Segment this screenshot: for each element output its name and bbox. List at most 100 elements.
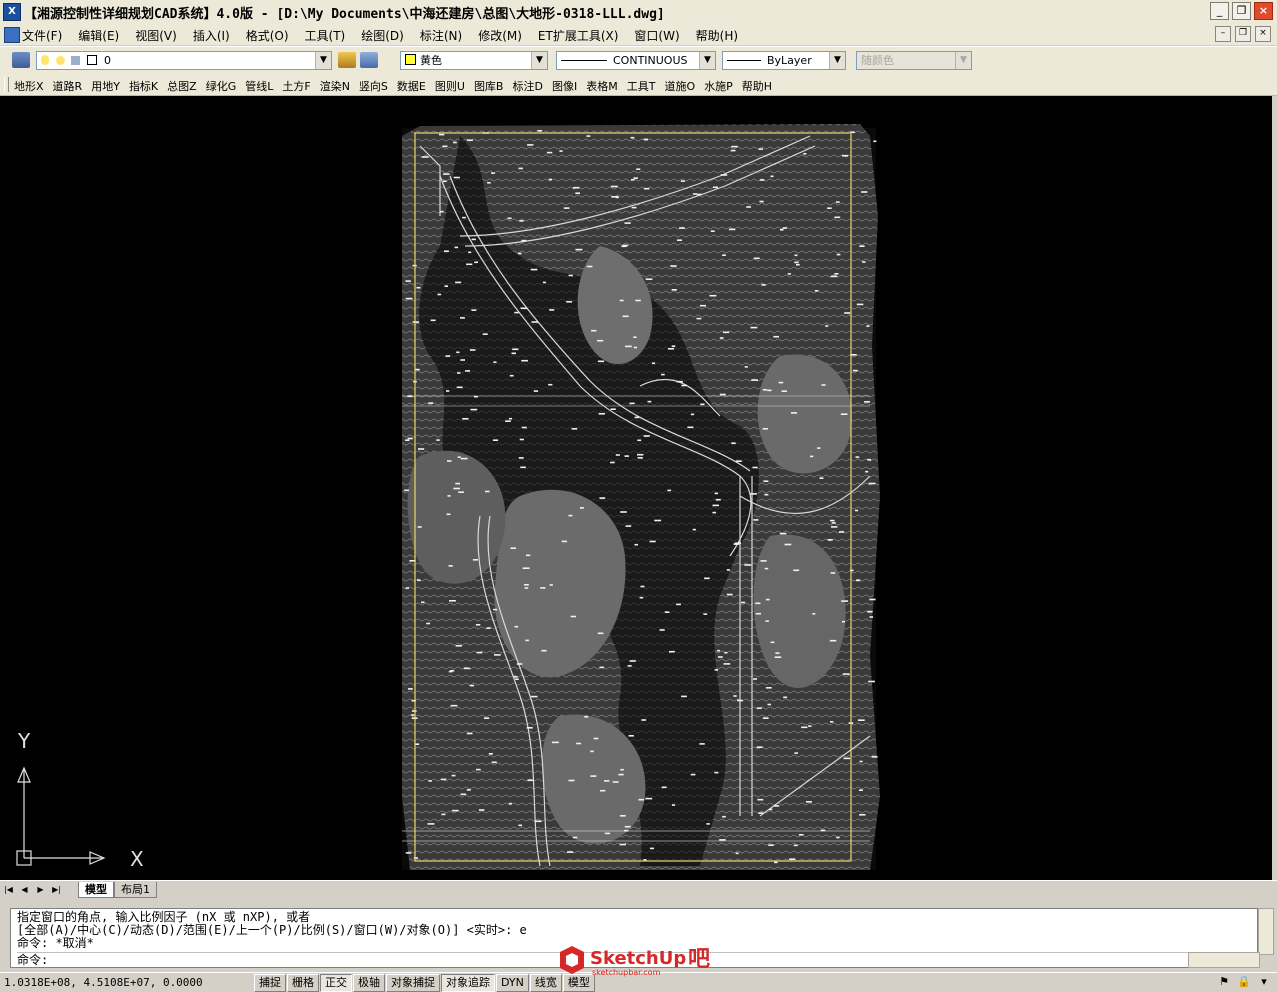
sketchup-watermark-logo: SketchUp 吧 sketchupbar.com bbox=[560, 946, 710, 977]
command-menu-item[interactable]: 数据E bbox=[397, 78, 426, 94]
menu-item[interactable]: 编辑(E) bbox=[78, 27, 119, 44]
elevation-tick bbox=[719, 337, 724, 339]
elevation-tick bbox=[518, 457, 524, 459]
menu-item[interactable]: 标注(N) bbox=[420, 27, 462, 44]
status-menu-icon[interactable]: ▾ bbox=[1257, 975, 1271, 989]
menu-item[interactable]: 格式(O) bbox=[246, 27, 289, 44]
command-history-line: [全部(A)/中心(C)/动态(D)/范围(E)/上一个(P)/比例(S)/窗口… bbox=[17, 923, 527, 937]
elevation-tick bbox=[520, 307, 528, 310]
command-menu-item[interactable]: 管线L bbox=[245, 78, 273, 94]
command-menu-item[interactable]: 土方F bbox=[282, 78, 310, 94]
chevron-down-icon[interactable]: ▼ bbox=[315, 52, 331, 69]
restore-button[interactable]: ❐ bbox=[1232, 2, 1251, 20]
chevron-down-icon[interactable]: ▼ bbox=[699, 52, 715, 69]
command-menu-item[interactable]: 用地Y bbox=[91, 78, 120, 94]
elevation-tick bbox=[604, 832, 611, 835]
elevation-tick bbox=[825, 325, 829, 327]
linetype-select[interactable]: CONTINUOUS ▼ bbox=[556, 51, 716, 70]
tab-prev-icon[interactable]: ◀ bbox=[18, 883, 31, 896]
tab-first-icon[interactable]: |◀ bbox=[2, 883, 15, 896]
lock-icon[interactable]: 🔒 bbox=[1237, 975, 1251, 989]
command-menu-item[interactable]: 工具T bbox=[627, 78, 656, 94]
color-select[interactable]: 黄色 ▼ bbox=[400, 51, 548, 70]
elevation-tick bbox=[868, 482, 876, 485]
lineweight-select[interactable]: ByLayer ▼ bbox=[722, 51, 846, 70]
elevation-tick bbox=[687, 426, 694, 429]
elevation-tick bbox=[627, 665, 632, 667]
app-icon[interactable]: X bbox=[3, 3, 21, 21]
command-menu-item[interactable]: 总图Z bbox=[167, 78, 197, 94]
menu-item[interactable]: 帮助(H) bbox=[696, 27, 738, 44]
command-menu-item[interactable]: 图库B bbox=[474, 78, 504, 94]
menu-item[interactable]: 视图(V) bbox=[135, 27, 177, 44]
drawing-area[interactable]: Y X bbox=[0, 96, 1272, 880]
command-menu-item[interactable]: 道路R bbox=[53, 78, 83, 94]
document-icon[interactable] bbox=[4, 27, 20, 43]
doc-restore-button[interactable]: ❐ bbox=[1235, 26, 1251, 42]
toolbar-grip[interactable] bbox=[4, 77, 9, 92]
doc-close-button[interactable]: × bbox=[1255, 26, 1271, 42]
elevation-tick bbox=[756, 707, 762, 709]
elevation-tick bbox=[726, 569, 730, 571]
elevation-tick bbox=[486, 627, 491, 629]
close-button[interactable]: × bbox=[1254, 2, 1273, 20]
chevron-down-icon[interactable]: ▼ bbox=[955, 52, 971, 69]
elevation-tick bbox=[534, 820, 542, 823]
make-object-layer-current-icon[interactable] bbox=[338, 52, 356, 68]
command-window-hscrollbar[interactable] bbox=[1188, 952, 1260, 968]
command-menu-item[interactable]: 绿化G bbox=[206, 78, 237, 94]
status-toggle[interactable]: 对象追踪 bbox=[441, 974, 495, 992]
tab-layout1[interactable]: 布局1 bbox=[114, 882, 157, 898]
menu-item[interactable]: 文件(F) bbox=[22, 27, 62, 44]
elevation-tick bbox=[726, 593, 733, 596]
command-menu-item[interactable]: 水施P bbox=[704, 78, 733, 94]
menu-item[interactable]: 窗口(W) bbox=[634, 27, 679, 44]
elevation-tick bbox=[750, 326, 758, 329]
status-toggle[interactable]: 极轴 bbox=[353, 974, 385, 992]
command-menu-item[interactable]: 表格M bbox=[586, 78, 618, 94]
layer-select[interactable]: 0 ▼ bbox=[36, 51, 332, 70]
elevation-tick bbox=[516, 663, 523, 665]
minimize-button[interactable]: _ bbox=[1210, 2, 1229, 20]
status-toggle[interactable]: 对象捕捉 bbox=[386, 974, 440, 992]
chevron-down-icon[interactable]: ▼ bbox=[829, 52, 845, 69]
status-toggle[interactable]: 正交 bbox=[320, 974, 352, 992]
command-menu-item[interactable]: 帮助H bbox=[742, 78, 772, 94]
doc-minimize-button[interactable]: – bbox=[1215, 26, 1231, 42]
elevation-tick bbox=[869, 616, 874, 618]
command-menu-item[interactable]: 地形X bbox=[14, 78, 44, 94]
elevation-tick bbox=[676, 603, 681, 606]
command-menu-item[interactable]: 指标K bbox=[129, 78, 158, 94]
elevation-tick bbox=[859, 760, 863, 763]
menu-item[interactable]: 修改(M) bbox=[478, 27, 522, 44]
layer-manager-icon[interactable] bbox=[12, 52, 30, 68]
command-menu-item[interactable]: 图像I bbox=[552, 78, 577, 94]
command-menu-item[interactable]: 图则U bbox=[435, 78, 465, 94]
tab-next-icon[interactable]: ▶ bbox=[34, 883, 47, 896]
elevation-tick bbox=[690, 773, 696, 776]
elevation-tick bbox=[455, 482, 460, 485]
elevation-tick bbox=[411, 714, 415, 716]
communication-center-icon[interactable]: ⚑ bbox=[1217, 975, 1231, 989]
elevation-tick bbox=[620, 815, 626, 817]
layer-previous-icon[interactable] bbox=[360, 52, 378, 68]
command-menu-item[interactable]: 道施O bbox=[664, 78, 695, 94]
menu-item[interactable]: ET扩展工具(X) bbox=[538, 27, 619, 44]
command-menu-item[interactable]: 竖向S bbox=[359, 78, 388, 94]
menu-item[interactable]: 工具(T) bbox=[305, 27, 346, 44]
command-menu-item[interactable]: 标注D bbox=[512, 78, 542, 94]
menu-item[interactable]: 绘图(D) bbox=[361, 27, 404, 44]
tab-last-icon[interactable]: ▶| bbox=[50, 883, 63, 896]
chevron-down-icon[interactable]: ▼ bbox=[531, 52, 547, 69]
status-toggle[interactable]: 捕捉 bbox=[254, 974, 286, 992]
command-menu-item[interactable]: 渲染N bbox=[320, 78, 350, 94]
vertical-scrollbar[interactable] bbox=[1272, 96, 1277, 880]
status-toggle[interactable]: 栅格 bbox=[287, 974, 319, 992]
plotstyle-select[interactable]: 随颜色 ▼ bbox=[856, 51, 972, 70]
status-toggle[interactable]: DYN bbox=[496, 974, 529, 992]
layer-color-swatch bbox=[86, 55, 97, 65]
menu-item[interactable]: 插入(I) bbox=[193, 27, 230, 44]
tab-model[interactable]: 模型 bbox=[78, 882, 114, 898]
command-window-scrollbar[interactable] bbox=[1258, 908, 1274, 955]
lightbulb-icon bbox=[41, 55, 49, 65]
